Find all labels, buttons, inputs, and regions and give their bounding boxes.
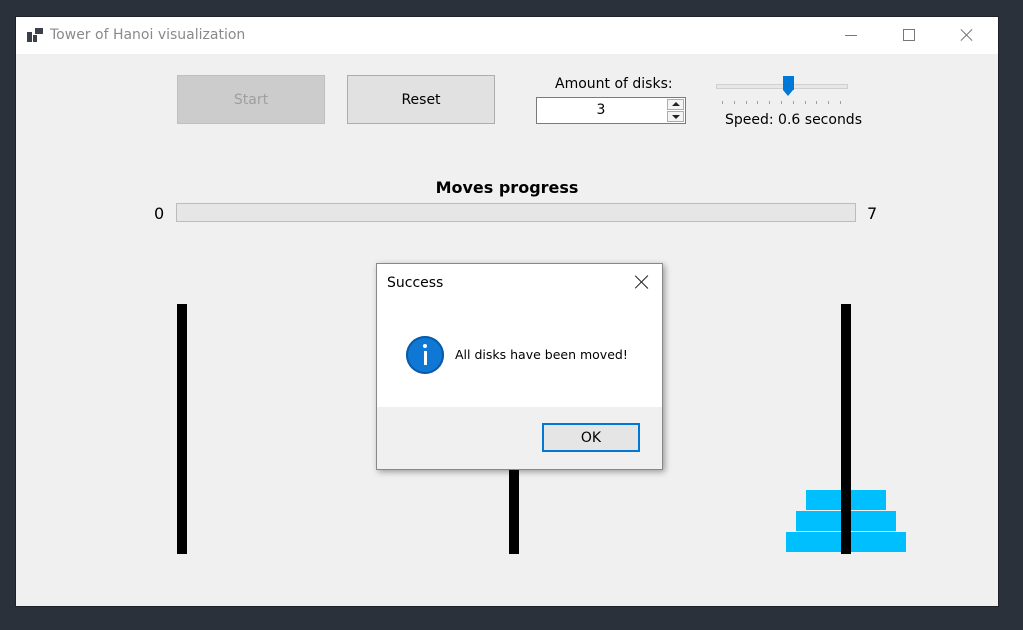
speed-slider[interactable] xyxy=(716,75,848,105)
slider-tick xyxy=(746,101,747,104)
slider-track[interactable] xyxy=(716,84,848,89)
moves-progress-bar xyxy=(176,203,856,222)
ok-button[interactable]: OK xyxy=(542,423,640,452)
slider-tick xyxy=(722,101,723,104)
disks-stepper[interactable]: 3 xyxy=(536,97,686,124)
information-icon xyxy=(406,336,444,374)
start-button[interactable]: Start xyxy=(177,75,325,124)
slider-tick xyxy=(781,101,782,104)
dialog-footer: OK xyxy=(377,407,662,469)
slider-tick xyxy=(816,101,817,104)
app-window: Tower of Hanoi visualization Start Reset… xyxy=(16,17,998,606)
maximize-icon xyxy=(903,29,915,41)
window-title: Tower of Hanoi visualization xyxy=(50,27,246,43)
decrement-button[interactable] xyxy=(667,111,684,122)
progress-min-label: 0 xyxy=(154,204,165,223)
reset-button[interactable]: Reset xyxy=(347,75,495,124)
slider-tick xyxy=(757,101,758,104)
speed-label: Speed: 0.6 seconds xyxy=(725,112,862,128)
disks-label: Amount of disks: xyxy=(555,76,673,92)
slider-tick xyxy=(840,101,841,104)
app-icon xyxy=(27,28,43,42)
progress-max-label: 7 xyxy=(867,204,878,223)
progress-title: Moves progress xyxy=(435,178,579,197)
dialog-close-button[interactable] xyxy=(632,272,652,292)
slider-tick xyxy=(805,101,806,104)
slider-tick xyxy=(769,101,770,104)
slider-tick xyxy=(793,101,794,104)
slider-tick xyxy=(734,101,735,104)
minimize-icon xyxy=(845,35,857,36)
peg-left xyxy=(177,304,187,554)
slider-tick xyxy=(828,101,829,104)
maximize-button[interactable] xyxy=(886,17,932,54)
slider-thumb[interactable] xyxy=(783,76,794,96)
dialog-title: Success xyxy=(387,275,444,291)
increment-button[interactable] xyxy=(667,99,684,110)
title-bar[interactable]: Tower of Hanoi visualization xyxy=(16,17,998,54)
peg-right xyxy=(841,304,851,554)
disks-value[interactable]: 3 xyxy=(537,102,665,118)
success-dialog: Success All disks have been moved! OK xyxy=(376,263,663,470)
close-window-button[interactable] xyxy=(944,17,990,54)
minimize-button[interactable] xyxy=(828,17,874,54)
dialog-message: All disks have been moved! xyxy=(455,347,628,362)
